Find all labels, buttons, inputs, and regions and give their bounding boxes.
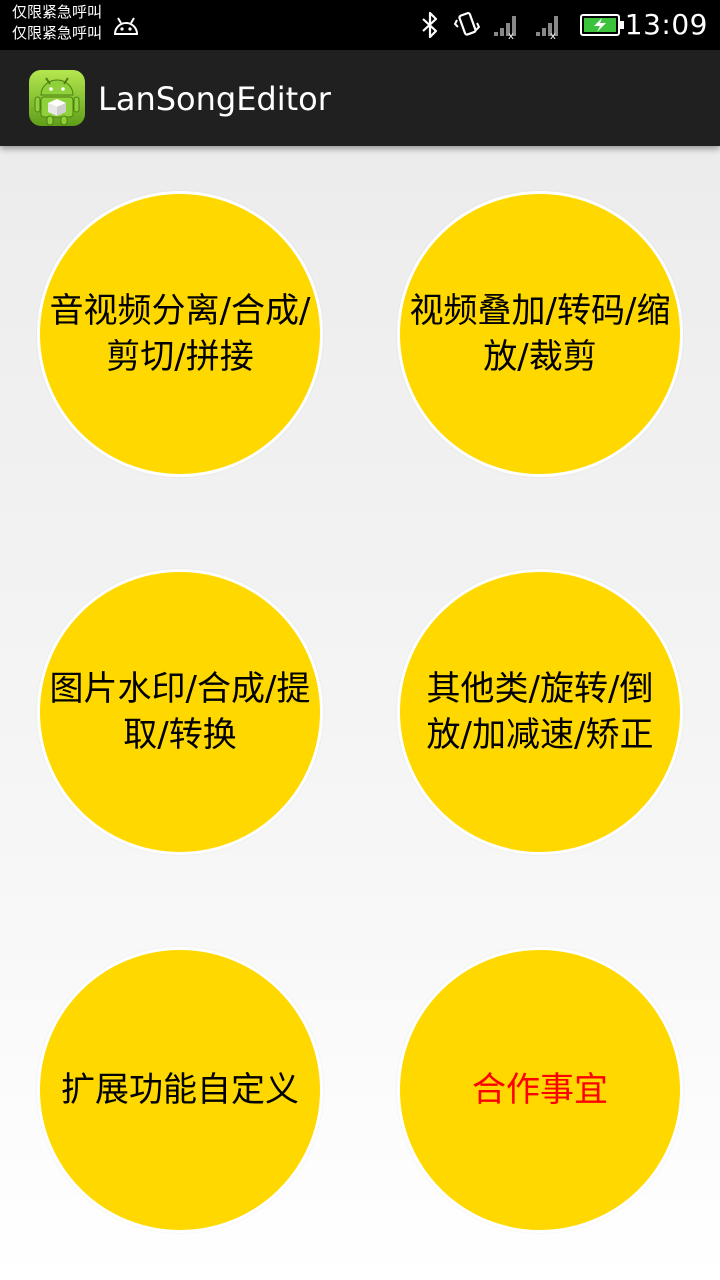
bluetooth-icon	[422, 11, 438, 39]
button-label: 其他类/旋转/倒放/加减速/矫正	[426, 669, 654, 755]
cooperation-button[interactable]: 合作事宜	[397, 947, 683, 1233]
main-content: 音视频分离/合成/剪切/拼接 视频叠加/转码/缩放/裁剪 图片水印/合成/提取/…	[0, 146, 720, 1280]
other-rotate-reverse-button[interactable]: 其他类/旋转/倒放/加减速/矫正	[397, 569, 683, 855]
android-app-icon[interactable]	[27, 68, 87, 128]
button-label: 视频叠加/转码/缩放/裁剪	[409, 291, 671, 377]
battery-charging-icon	[580, 14, 624, 36]
button-label: 扩展功能自定义	[61, 1070, 299, 1110]
signal-no-service-icon: x	[536, 16, 558, 40]
svg-text:x: x	[550, 31, 556, 40]
image-watermark-button[interactable]: 图片水印/合成/提取/转换	[37, 569, 323, 855]
clock: 13:09	[624, 8, 708, 41]
app-title: LanSongEditor	[98, 80, 331, 118]
button-label: 音视频分离/合成/剪切/拼接	[49, 291, 311, 377]
svg-text:x: x	[508, 31, 514, 40]
button-label: 合作事宜	[472, 1070, 608, 1110]
audio-video-split-merge-button[interactable]: 音视频分离/合成/剪切/拼接	[37, 191, 323, 477]
status-bar: 仅限紧急呼叫 仅限紧急呼叫 x x 13:09	[0, 0, 720, 50]
carrier-line-2: 仅限紧急呼叫	[12, 24, 103, 42]
signal-no-service-icon: x	[494, 16, 516, 40]
vibrate-icon	[454, 12, 480, 36]
carrier-line-1: 仅限紧急呼叫	[12, 3, 103, 21]
button-label: 图片水印/合成/提取/转换	[49, 669, 311, 755]
video-overlay-transcode-button[interactable]: 视频叠加/转码/缩放/裁剪	[397, 191, 683, 477]
android-icon	[113, 17, 139, 35]
carrier-text: 仅限紧急呼叫 仅限紧急呼叫	[12, 2, 102, 44]
extension-custom-button[interactable]: 扩展功能自定义	[37, 947, 323, 1233]
action-bar: LanSongEditor	[0, 50, 720, 146]
